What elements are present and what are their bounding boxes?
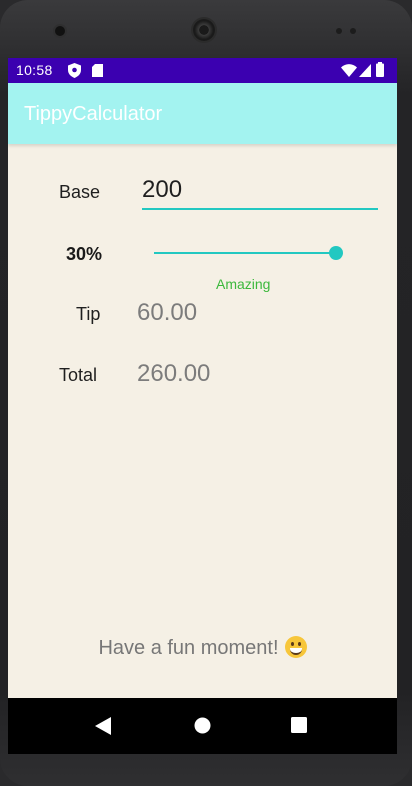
back-icon[interactable]	[95, 717, 111, 740]
tip-percent-label: 30%	[66, 244, 103, 264]
total-amount: 260.00	[137, 360, 211, 387]
status-bar: 10:58	[8, 58, 397, 83]
base-label: Base	[59, 182, 101, 202]
recents-icon[interactable]	[291, 717, 307, 738]
status-time: 10:58	[16, 62, 53, 78]
sim-card-icon	[92, 64, 103, 82]
tip-percent-slider[interactable]	[154, 244, 344, 262]
battery-icon	[376, 62, 384, 82]
earpiece-speaker	[193, 19, 215, 41]
system-nav-bar	[8, 698, 397, 754]
light-sensor	[350, 28, 356, 34]
cell-signal-icon	[359, 64, 371, 82]
total-label: Total	[59, 365, 98, 385]
tip-rating-text: Amazing	[216, 276, 271, 292]
home-icon[interactable]	[194, 717, 211, 739]
slider-track	[154, 252, 336, 254]
phone-frame: 10:58 TippyCalculator Base 200 30% Amazi…	[0, 0, 412, 786]
slider-thumb[interactable]	[329, 246, 343, 260]
tip-label: Tip	[76, 304, 101, 324]
app-bar: TippyCalculator	[8, 83, 397, 144]
shield-notification-icon	[68, 63, 81, 83]
app-title: TippyCalculator	[24, 103, 163, 125]
base-input-underline	[142, 208, 378, 210]
base-amount-input[interactable]: 200	[142, 176, 182, 204]
footer-message: Have a fun moment!	[8, 636, 397, 660]
footer-message-text: Have a fun moment!	[98, 637, 279, 659]
proximity-sensor	[336, 28, 342, 34]
wifi-icon	[341, 64, 357, 82]
front-camera	[55, 26, 65, 36]
tip-amount: 60.00	[137, 299, 198, 326]
screen: 10:58 TippyCalculator Base 200 30% Amazi…	[8, 58, 397, 754]
grinning-face-icon	[284, 636, 307, 658]
